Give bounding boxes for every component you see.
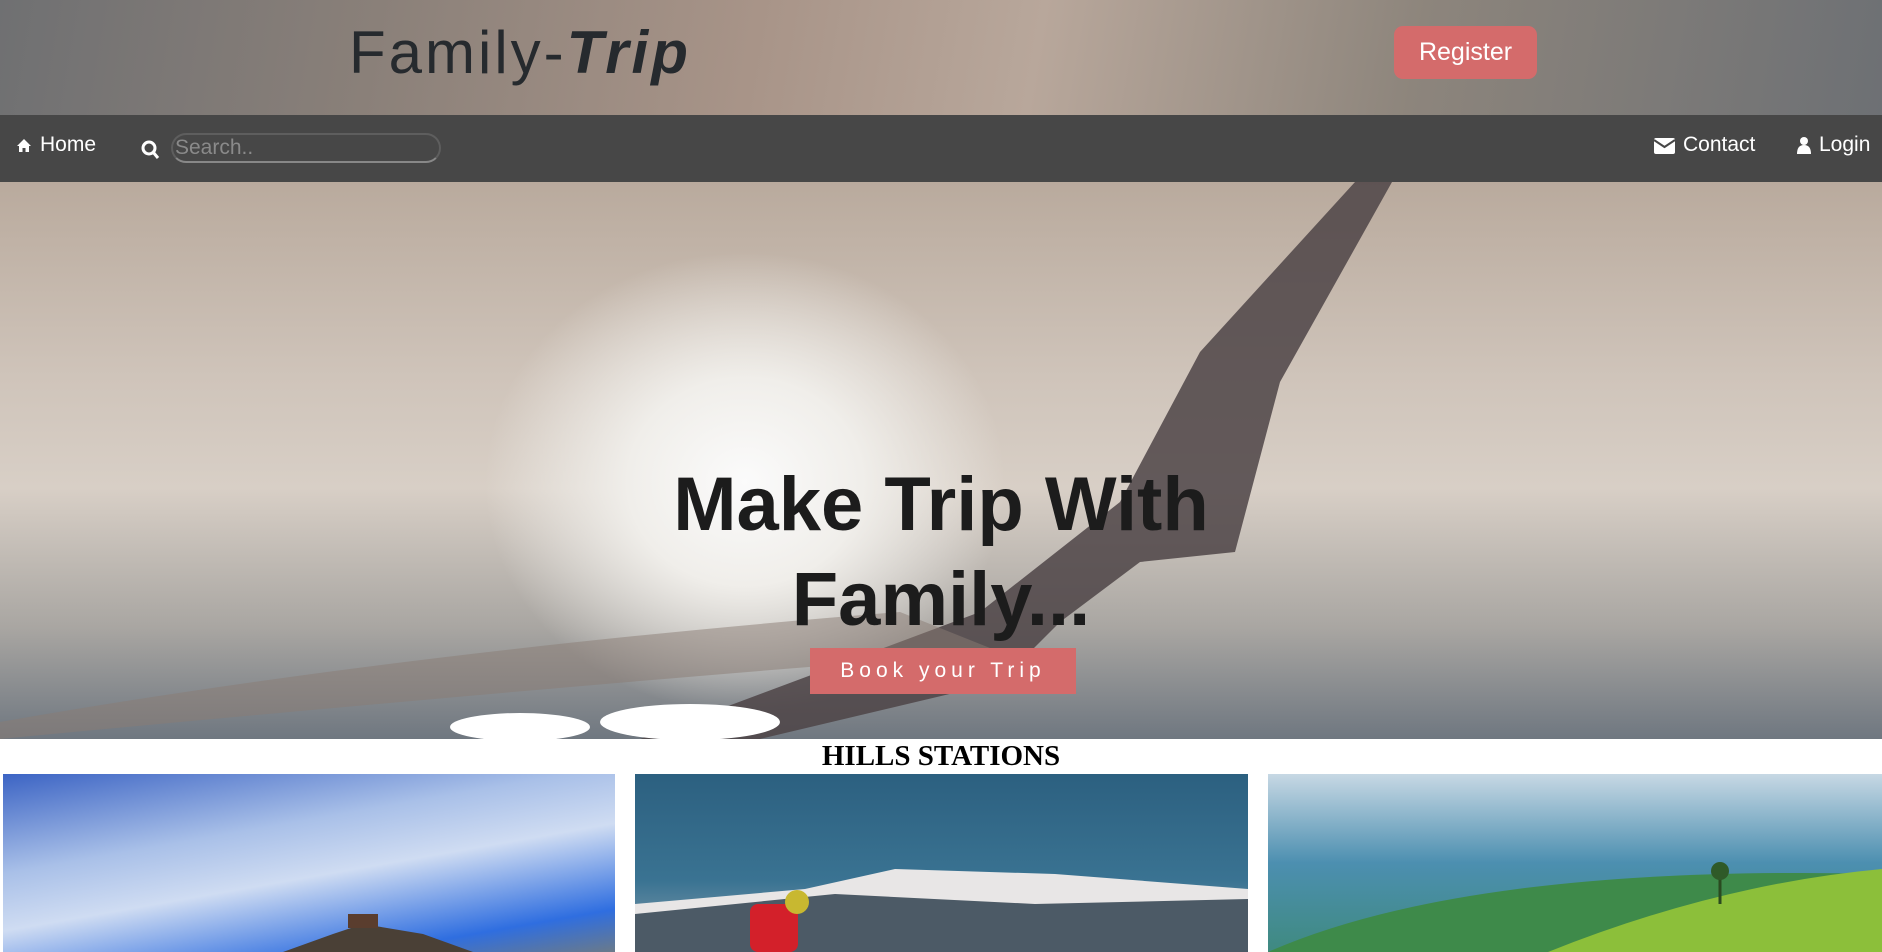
header: Family-Trip Register <box>0 0 1882 115</box>
user-icon <box>1797 137 1811 154</box>
section-title: HILLS STATIONS <box>821 740 1061 772</box>
envelope-icon <box>1654 137 1675 154</box>
nav-login-label: Login <box>1819 133 1871 156</box>
tea-plantation-image <box>1268 862 1882 952</box>
nav-contact-label: Contact <box>1683 133 1756 156</box>
search-icon <box>141 140 160 159</box>
nav-home-label: Home <box>40 133 97 156</box>
hill-station-card-2[interactable] <box>635 774 1248 952</box>
site-logo[interactable]: Family-Trip <box>349 18 691 87</box>
hill-station-card-3[interactable] <box>1268 774 1882 952</box>
hero-heading: Make Trip With Family... <box>0 457 1882 647</box>
hill-station-card-1[interactable] <box>3 774 615 952</box>
hiker-mountains-image <box>635 869 1248 952</box>
nav-contact[interactable]: Contact <box>1654 133 1755 157</box>
search-input[interactable] <box>171 133 441 163</box>
logo-text: Family- <box>349 19 567 86</box>
logo-emphasis: Trip <box>566 19 691 86</box>
hero-heading-line1: Make Trip With <box>673 462 1209 547</box>
nav-login[interactable]: Login <box>1797 133 1870 157</box>
nav-home[interactable]: Home <box>16 133 96 157</box>
home-icon <box>17 138 31 152</box>
navbar: Home Contact Login <box>0 115 1882 182</box>
book-trip-button[interactable]: Book your Trip <box>810 648 1076 694</box>
hero-heading-line2: Family... <box>791 557 1091 642</box>
register-button[interactable]: Register <box>1394 26 1537 79</box>
hero-banner: Make Trip With Family... Book your Trip <box>0 182 1882 739</box>
mountain-temple-image <box>283 914 473 952</box>
